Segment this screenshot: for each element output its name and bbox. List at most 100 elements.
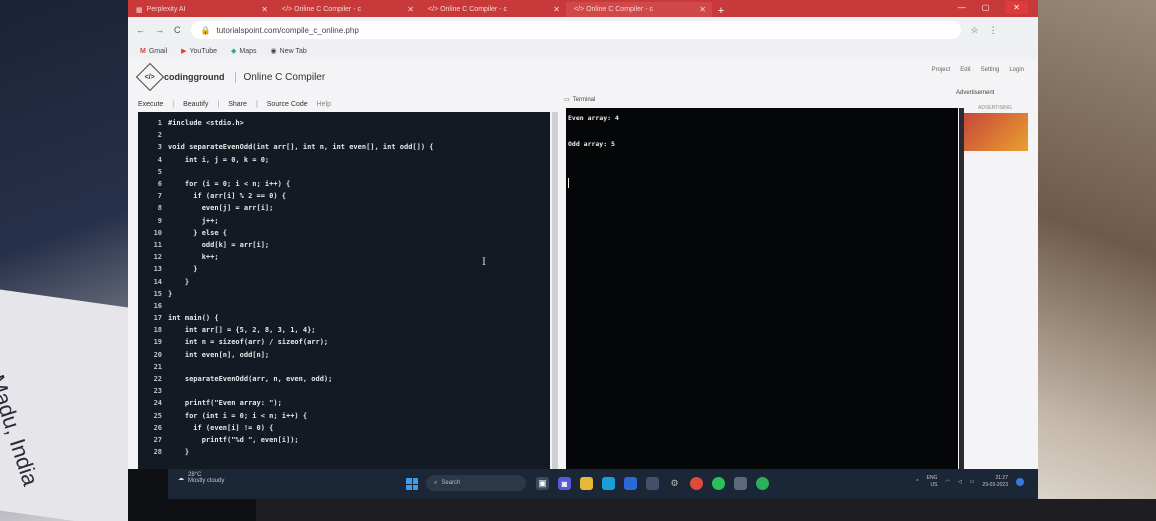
tab-label: </> Online C Compiler - c <box>282 6 361 13</box>
chevron-up-icon[interactable]: ^ <box>916 479 918 485</box>
app-icon[interactable] <box>646 477 659 490</box>
line-number: 8 <box>157 204 162 213</box>
line-number: 17 <box>153 314 162 323</box>
forward-icon[interactable]: → <box>155 25 164 35</box>
site-logo[interactable]: </> codingground <box>135 62 225 92</box>
code-line: 17 int main() { <box>146 312 434 324</box>
close-tab-icon[interactable]: ✕ <box>553 5 560 14</box>
restore-icon[interactable]: ▢ <box>982 3 990 12</box>
file-explorer-icon[interactable] <box>580 477 593 490</box>
app-icon[interactable] <box>734 477 747 490</box>
share-button[interactable]: Share <box>228 101 247 108</box>
bookmark-maps[interactable]: ◆ Maps <box>231 47 257 56</box>
divider: | <box>217 100 220 108</box>
web-page: </> codingground Online C Compiler Proje… <box>128 59 1038 469</box>
task-view-icon[interactable]: ▣ <box>536 477 549 490</box>
execute-button[interactable]: Execute <box>138 101 163 108</box>
window-controls: — ▢ ✕ <box>958 0 1028 15</box>
laptop-bezel <box>256 499 1156 521</box>
minimize-icon[interactable]: — <box>958 3 966 12</box>
background-right <box>1026 0 1156 521</box>
chat-icon[interactable]: ◙ <box>558 477 571 490</box>
tab-compiler-1[interactable]: </> Online C Compiler - c ✕ <box>274 2 420 17</box>
code-line: 27 printf("%d ", even[i]); <box>146 434 434 446</box>
close-window-icon[interactable]: ✕ <box>1005 1 1028 14</box>
code-text: void separateEvenOdd(int arr[], int n, i… <box>168 143 434 152</box>
windows-taskbar: ☁ 28°C Mostly cloudy ⌕ Search ▣ ◙ ⚙ ^ EN… <box>168 469 1038 499</box>
help-button[interactable]: Help <box>317 101 331 108</box>
wifi-icon[interactable]: ◠ <box>945 479 949 485</box>
bookmark-youtube[interactable]: ▶ YouTube <box>181 47 217 56</box>
code-text: separateEvenOdd(arr, n, even, odd); <box>168 375 333 384</box>
line-number: 25 <box>153 411 162 420</box>
menu-login[interactable]: Login <box>1009 67 1024 73</box>
beautify-button[interactable]: Beautify <box>183 101 208 108</box>
code-text: } <box>168 448 190 457</box>
code-line: 13 } <box>146 263 434 275</box>
close-tab-icon[interactable]: ✕ <box>407 5 414 14</box>
volume-icon[interactable]: ◁ <box>958 479 962 485</box>
laptop-screen: ▦ Perplexity AI ✕ </> Online C Compiler … <box>128 0 1156 521</box>
search-icon: ⌕ <box>434 479 438 486</box>
notification-icon[interactable] <box>1016 478 1024 486</box>
globe-icon: ◉ <box>270 48 277 55</box>
store-icon[interactable] <box>624 477 637 490</box>
line-number: 10 <box>153 228 162 237</box>
code-text: #include <stdio.h> <box>168 119 244 128</box>
bookmark-newtab[interactable]: ◉ New Tab <box>270 47 307 56</box>
tab-perplexity[interactable]: ▦ Perplexity AI ✕ <box>128 2 274 17</box>
terminal-icon: ▭ <box>564 97 570 103</box>
line-number: 4 <box>157 155 162 164</box>
code-text: even[j] = arr[i]; <box>168 204 274 213</box>
tab-compiler-3[interactable]: </> Online C Compiler - c ✕ <box>566 2 712 17</box>
new-tab-button[interactable]: + <box>712 5 730 17</box>
code-text: } <box>168 265 198 274</box>
code-lines: 1 #include <stdio.h> 2 3 void separateEvenOd… <box>146 117 434 458</box>
code-line: 11 odd[k] = arr[i]; <box>146 239 434 251</box>
advertisement-image[interactable] <box>964 113 1028 151</box>
divider: | <box>255 100 258 108</box>
weather-widget[interactable]: ☁ 28°C Mostly cloudy <box>178 472 224 484</box>
reload-icon[interactable]: C <box>174 25 181 35</box>
code-text: } else { <box>168 228 228 237</box>
code-text: if (even[i] != 0) { <box>168 423 274 432</box>
line-number: 6 <box>157 180 162 189</box>
settings-icon[interactable]: ⚙ <box>668 477 681 490</box>
language-indicator[interactable]: ENG US <box>927 475 938 489</box>
spotify-icon[interactable] <box>712 477 725 490</box>
menu-dots-icon[interactable]: ⋮ <box>989 25 998 36</box>
back-icon[interactable]: ← <box>136 25 145 35</box>
bookmark-gmail[interactable]: M Gmail <box>140 48 167 55</box>
chrome-icon[interactable] <box>690 477 703 490</box>
code-text: k++; <box>168 253 219 262</box>
terminal-output[interactable]: Even array: 4 Odd array: 5 <box>566 108 958 469</box>
close-tab-icon[interactable]: ✕ <box>699 5 706 14</box>
code-editor[interactable]: 1 #include <stdio.h> 2 3 void separateEvenOd… <box>138 112 550 469</box>
url-field[interactable]: 🔒 tutorialspoint.com/compile_c_online.ph… <box>190 21 961 39</box>
source-code-button[interactable]: Source Code <box>267 101 308 108</box>
maps-icon: ◆ <box>231 48 237 55</box>
star-icon[interactable]: ☆ <box>971 25 979 36</box>
menu-project[interactable]: Project <box>932 67 951 73</box>
whatsapp-icon[interactable] <box>756 477 769 490</box>
taskbar-search[interactable]: ⌕ Search <box>426 475 526 491</box>
editor-scrollbar[interactable] <box>552 112 558 469</box>
clock[interactable]: 21:27 29-03-2023 <box>982 475 1008 489</box>
edge-icon[interactable] <box>602 477 615 490</box>
code-line: 23 <box>146 385 434 397</box>
menu-setting[interactable]: Setting <box>981 67 1000 73</box>
battery-icon[interactable]: ▭ <box>970 479 975 485</box>
menu-edit[interactable]: Edit <box>960 67 970 73</box>
terminal-tab[interactable]: ▭ Terminal <box>564 96 595 104</box>
tab-label: Perplexity AI <box>146 6 186 13</box>
windows-start-icon[interactable] <box>406 478 418 490</box>
code-text: odd[k] = arr[i]; <box>168 240 270 249</box>
terminal-scrollbar[interactable] <box>959 108 964 469</box>
code-text: for (int i = 0; i < n; i++) { <box>168 411 308 420</box>
advertising-sublabel: ADVERTISING <box>978 105 1012 111</box>
close-tab-icon[interactable]: ✕ <box>261 5 268 14</box>
code-text: int arr[] = {5, 2, 8, 3, 1, 4}; <box>168 326 316 335</box>
tab-compiler-2[interactable]: </> Online C Compiler - c ✕ <box>420 2 566 17</box>
bookmarks-bar: M Gmail ▶ YouTube ◆ Maps ◉ New Tab <box>128 43 1038 59</box>
search-label: Search <box>441 480 461 486</box>
